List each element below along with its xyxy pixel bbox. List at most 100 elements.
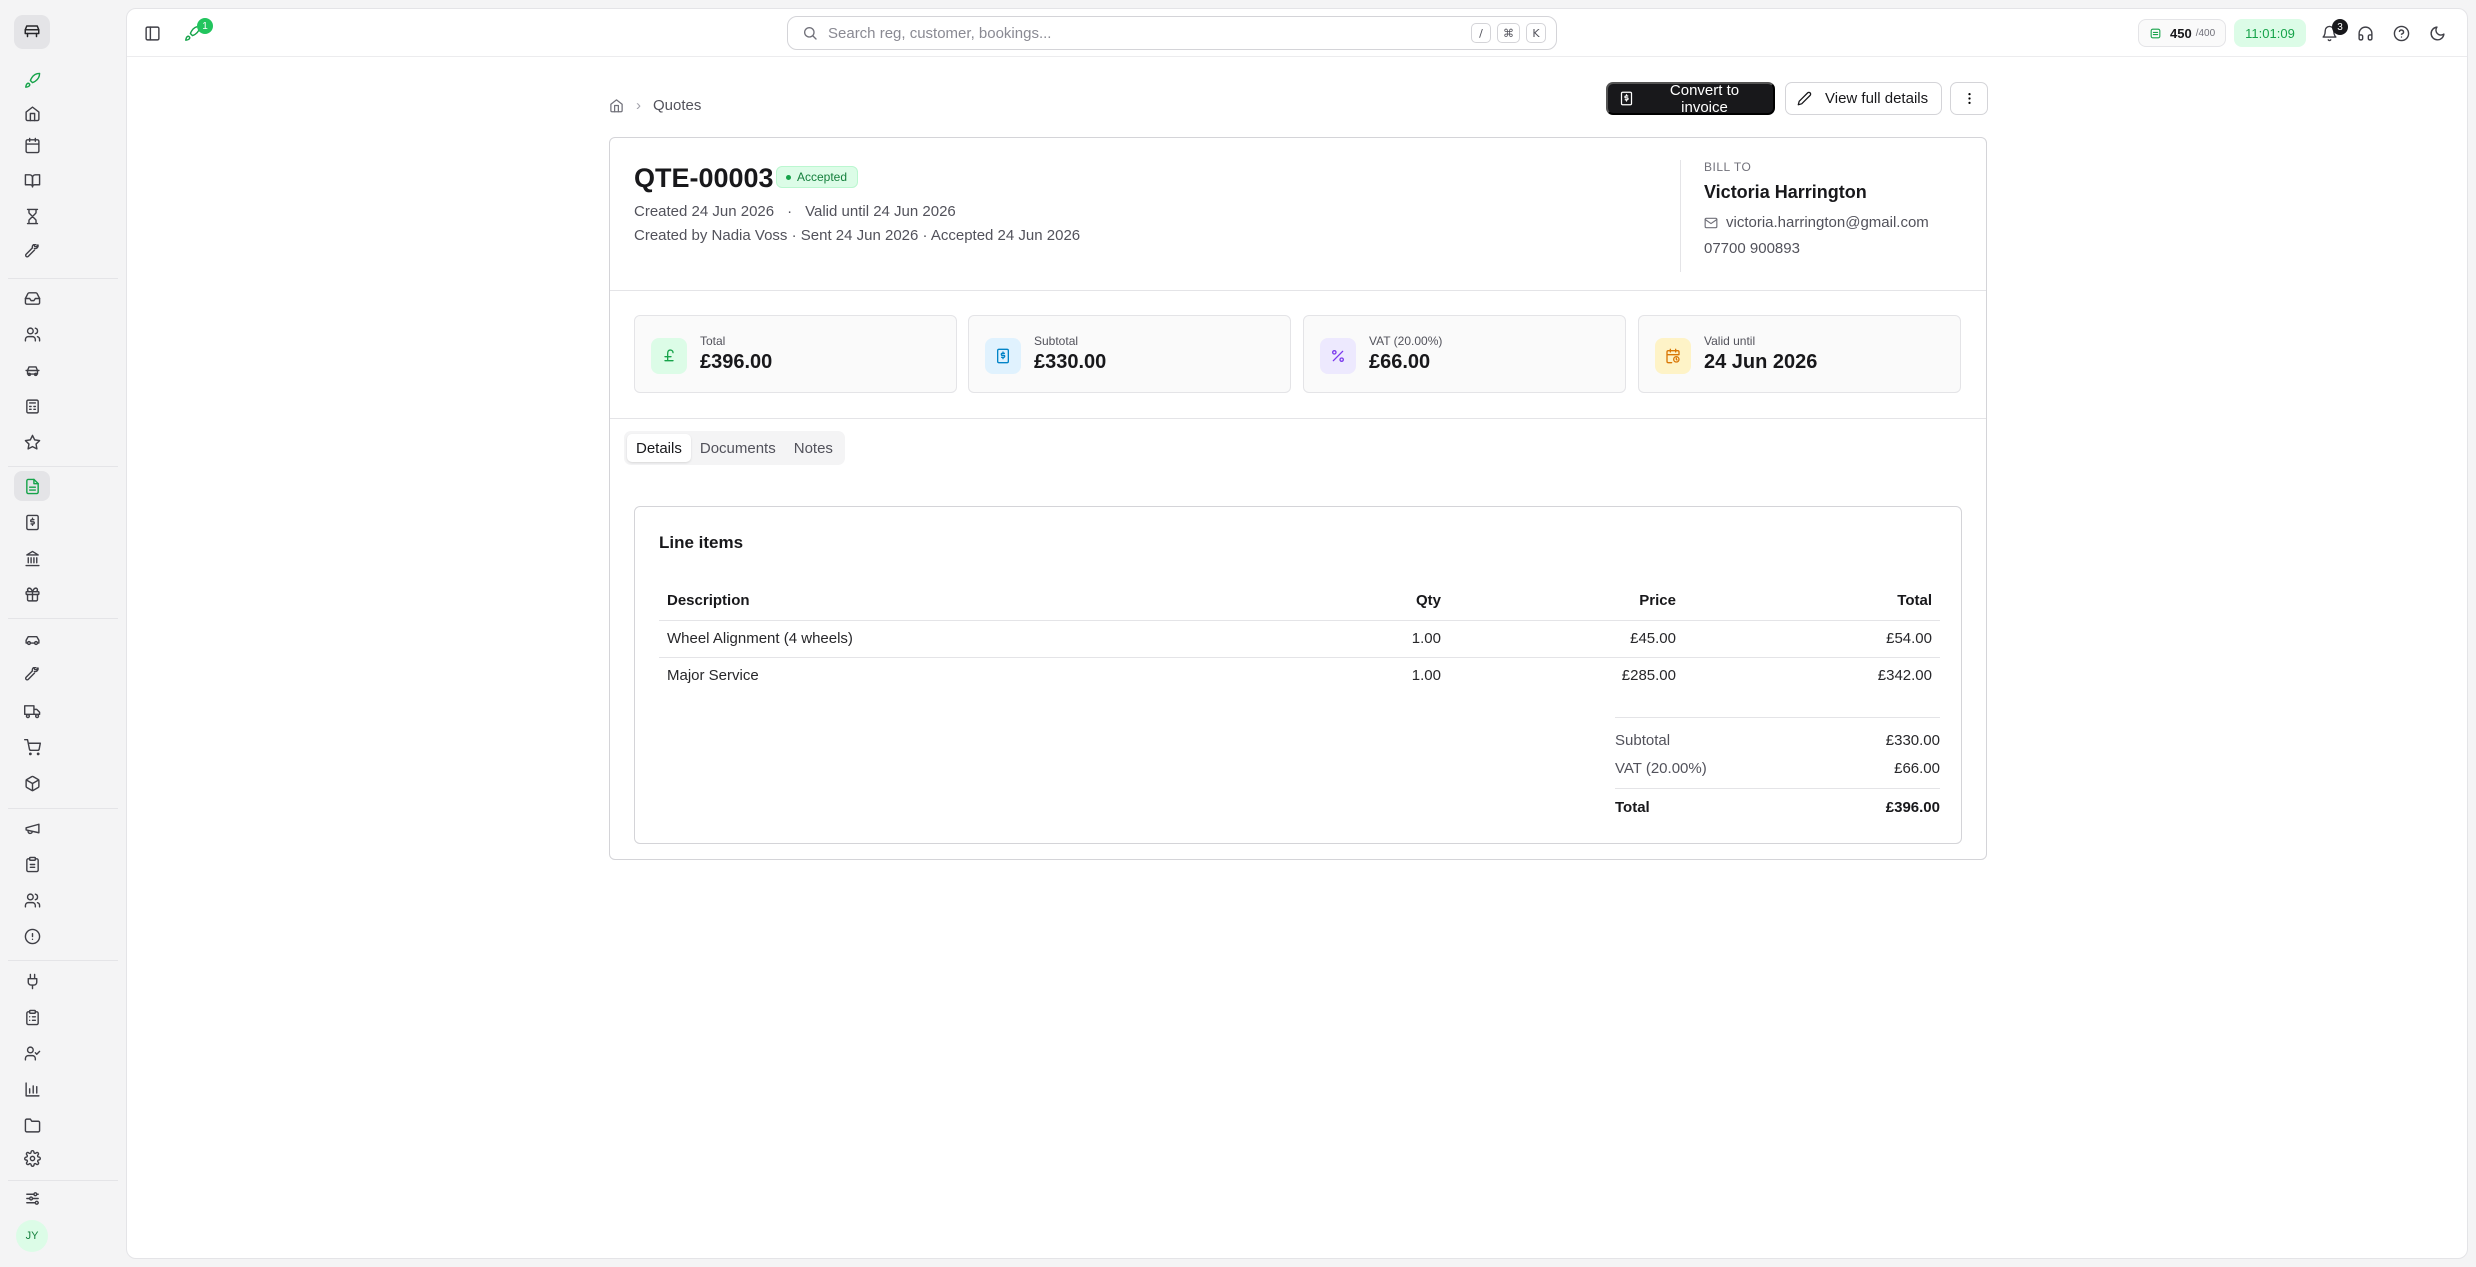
receipt-icon [985, 338, 1021, 374]
table-row: Wheel Alignment (4 wheels) 1.00 £45.00 £… [659, 620, 1940, 658]
search-input[interactable] [828, 24, 1465, 42]
folder-icon[interactable] [14, 1110, 50, 1140]
car-front-icon[interactable] [14, 624, 50, 654]
item-qty: 1.00 [1411, 667, 1441, 685]
rocket-icon[interactable] [14, 65, 50, 95]
line-items-card: Line items Description Qty Price Total W… [634, 506, 1962, 844]
view-full-details-label: View full details [1825, 90, 1929, 107]
stat-vat: VAT (20.00%) £66.00 [1303, 315, 1626, 393]
pencil-icon [1797, 91, 1825, 106]
help-icon[interactable] [2386, 18, 2416, 48]
clipboard-icon[interactable] [14, 849, 50, 879]
top-bar: 1 / ⌘ K 450 /400 11:01:09 3 [127, 9, 2467, 57]
calendar-clock-icon [1655, 338, 1691, 374]
stat-valid-until: Valid until 24 Jun 2026 [1638, 315, 1961, 393]
bar-chart-icon[interactable] [14, 1074, 50, 1104]
view-full-details-button[interactable]: View full details [1785, 82, 1942, 115]
convert-to-invoice-button[interactable]: Convert to invoice [1606, 81, 1775, 116]
headset-icon[interactable] [2350, 18, 2380, 48]
sidebar-divider [8, 466, 118, 467]
sidebar-toggle-icon[interactable] [137, 18, 167, 48]
star-icon[interactable] [14, 427, 50, 457]
created-date: Created 24 Jun 2026 [634, 203, 775, 220]
stat-value: 24 Jun 2026 [1704, 351, 1818, 373]
more-actions-button[interactable] [1950, 82, 1988, 115]
divider [610, 418, 1986, 419]
sidebar-divider [8, 278, 118, 279]
cart-icon[interactable] [14, 732, 50, 762]
stat-label: VAT (20.00%) [1369, 334, 1443, 348]
shortcut-key-k: K [1526, 23, 1546, 43]
calendar-icon[interactable] [14, 130, 50, 160]
hourglass-icon[interactable] [14, 201, 50, 231]
truck-icon[interactable] [14, 696, 50, 726]
home-icon[interactable] [609, 98, 624, 113]
table-header-row: Description Qty Price Total [659, 582, 1940, 621]
line-items-title: Line items [659, 533, 744, 552]
stat-value: £396.00 [700, 351, 773, 373]
gear-icon[interactable] [14, 1143, 50, 1173]
wrench-icon[interactable] [14, 237, 50, 267]
subtotal-row: Subtotal £330.00 [1615, 726, 1940, 754]
tab-details[interactable]: Details [627, 434, 691, 462]
quote-card: QTE-00003 Accepted Created 24 Jun 2026 ·… [609, 137, 1987, 860]
customer-phone[interactable]: 07700 900893 [1704, 240, 1970, 257]
package-icon[interactable] [14, 768, 50, 798]
inbox-icon[interactable] [14, 283, 50, 313]
stat-label: Subtotal [1034, 334, 1079, 348]
car-icon[interactable] [14, 355, 50, 385]
sidebar-divider [8, 808, 118, 809]
book-icon[interactable] [14, 165, 50, 195]
line-items-table: Description Qty Price Total Wheel Alignm… [659, 582, 1940, 694]
receipt-icon[interactable] [14, 507, 50, 537]
user-group-icon[interactable] [14, 885, 50, 915]
file-text-icon[interactable] [14, 471, 50, 501]
credits-meter[interactable]: 450 /400 [2138, 19, 2227, 47]
app-logo-icon[interactable] [14, 15, 50, 49]
subtotal-value: £330.00 [1885, 731, 1940, 749]
subtotal-label: Subtotal [1615, 731, 1671, 749]
tasks-button[interactable]: 1 [177, 18, 213, 48]
notifications-button[interactable]: 3 [2314, 18, 2348, 48]
tab-notes[interactable]: Notes [785, 434, 842, 462]
more-vertical-icon [1962, 91, 1977, 106]
avatar[interactable]: JY [16, 1220, 48, 1252]
customer-email[interactable]: victoria.harrington@gmail.com [1704, 214, 1970, 231]
tab-documents[interactable]: Documents [691, 434, 785, 462]
column-header-qty: Qty [1279, 582, 1449, 621]
users-icon[interactable] [14, 319, 50, 349]
table-row: Major Service 1.00 £285.00 £342.00 [659, 657, 1940, 694]
status-badge: Accepted [776, 166, 859, 188]
sidebar-divider [8, 618, 118, 619]
vat-row: VAT (20.00%) £66.00 [1615, 754, 1940, 782]
customer-name[interactable]: Victoria Harrington [1704, 182, 1970, 203]
total-row: Total £396.00 [1615, 788, 1940, 824]
user-check-icon[interactable] [14, 1038, 50, 1068]
home-icon[interactable] [14, 98, 50, 128]
stat-total: Total £396.00 [634, 315, 957, 393]
total-value: £396.00 [1885, 799, 1940, 816]
calculator-icon[interactable] [14, 391, 50, 421]
landmark-icon[interactable] [14, 543, 50, 573]
item-total: £342.00 [1877, 667, 1932, 685]
clipboard-list-icon[interactable] [14, 1002, 50, 1032]
quote-dates: Created 24 Jun 2026 · Valid until 24 Jun… [634, 203, 956, 220]
moon-icon[interactable] [2422, 18, 2452, 48]
totals-summary: Subtotal £330.00 VAT (20.00%) £66.00 Tot… [1615, 717, 1940, 824]
sliders-icon[interactable] [14, 1183, 50, 1213]
megaphone-icon[interactable] [14, 813, 50, 843]
column-header-description: Description [659, 582, 1279, 621]
breadcrumb-quotes-link[interactable]: Quotes [653, 97, 701, 114]
item-qty: 1.00 [1279, 620, 1449, 658]
stat-label: Valid until [1704, 334, 1756, 348]
convert-to-invoice-label: Convert to invoice [1669, 81, 1740, 116]
stat-value: £66.00 [1369, 351, 1431, 373]
status-label: Accepted [797, 170, 848, 184]
tool-icon[interactable] [14, 660, 50, 690]
plug-icon[interactable] [14, 966, 50, 996]
global-search[interactable]: / ⌘ K [787, 16, 1557, 50]
coins-icon [2149, 27, 2170, 40]
alert-circle-icon[interactable] [14, 921, 50, 951]
gift-icon[interactable] [14, 579, 50, 609]
divider [610, 290, 1986, 291]
